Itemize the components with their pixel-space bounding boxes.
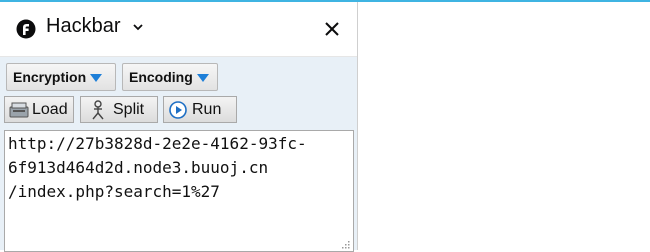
split-button[interactable]: Split (80, 96, 158, 123)
url-line-1: http://27b3828d-2e2e-4162-93fc- (8, 134, 307, 153)
split-label: Split (113, 100, 145, 118)
chevron-down-icon[interactable] (132, 21, 144, 33)
load-button[interactable]: Load (4, 96, 74, 123)
run-label: Run (192, 100, 222, 118)
hackbar-panel: Encryption Encoding Load Split Run http:… (0, 57, 357, 252)
encoding-dropdown[interactable]: Encoding (122, 63, 218, 91)
url-line-3: /index.php?search=1%27 (8, 182, 220, 201)
dropdown-arrow-icon (196, 73, 209, 82)
url-line-2: 6f913d464d2d.node3.buuoj.cn (8, 158, 269, 177)
close-icon[interactable] (321, 18, 343, 40)
load-label: Load (32, 100, 68, 118)
run-icon (169, 100, 187, 119)
dropdown-arrow-icon (90, 73, 103, 82)
encoding-label: Encoding (129, 69, 193, 85)
sidebar-header: Hackbar (0, 2, 357, 57)
resize-grip-icon[interactable] (340, 239, 350, 249)
sidebar-title[interactable]: Hackbar (46, 15, 120, 38)
run-button[interactable]: Run (163, 96, 237, 123)
split-icon (92, 99, 104, 119)
load-icon (9, 102, 29, 117)
url-textarea[interactable]: http://27b3828d-2e2e-4162-93fc- 6f913d464… (4, 130, 354, 252)
browser-content-area (358, 2, 650, 250)
encryption-dropdown[interactable]: Encryption (6, 63, 116, 91)
hackbar-sidebar: Hackbar Encryption Encoding Load Split R… (0, 2, 358, 252)
encryption-label: Encryption (13, 69, 87, 85)
firefox-addon-icon (16, 19, 36, 39)
